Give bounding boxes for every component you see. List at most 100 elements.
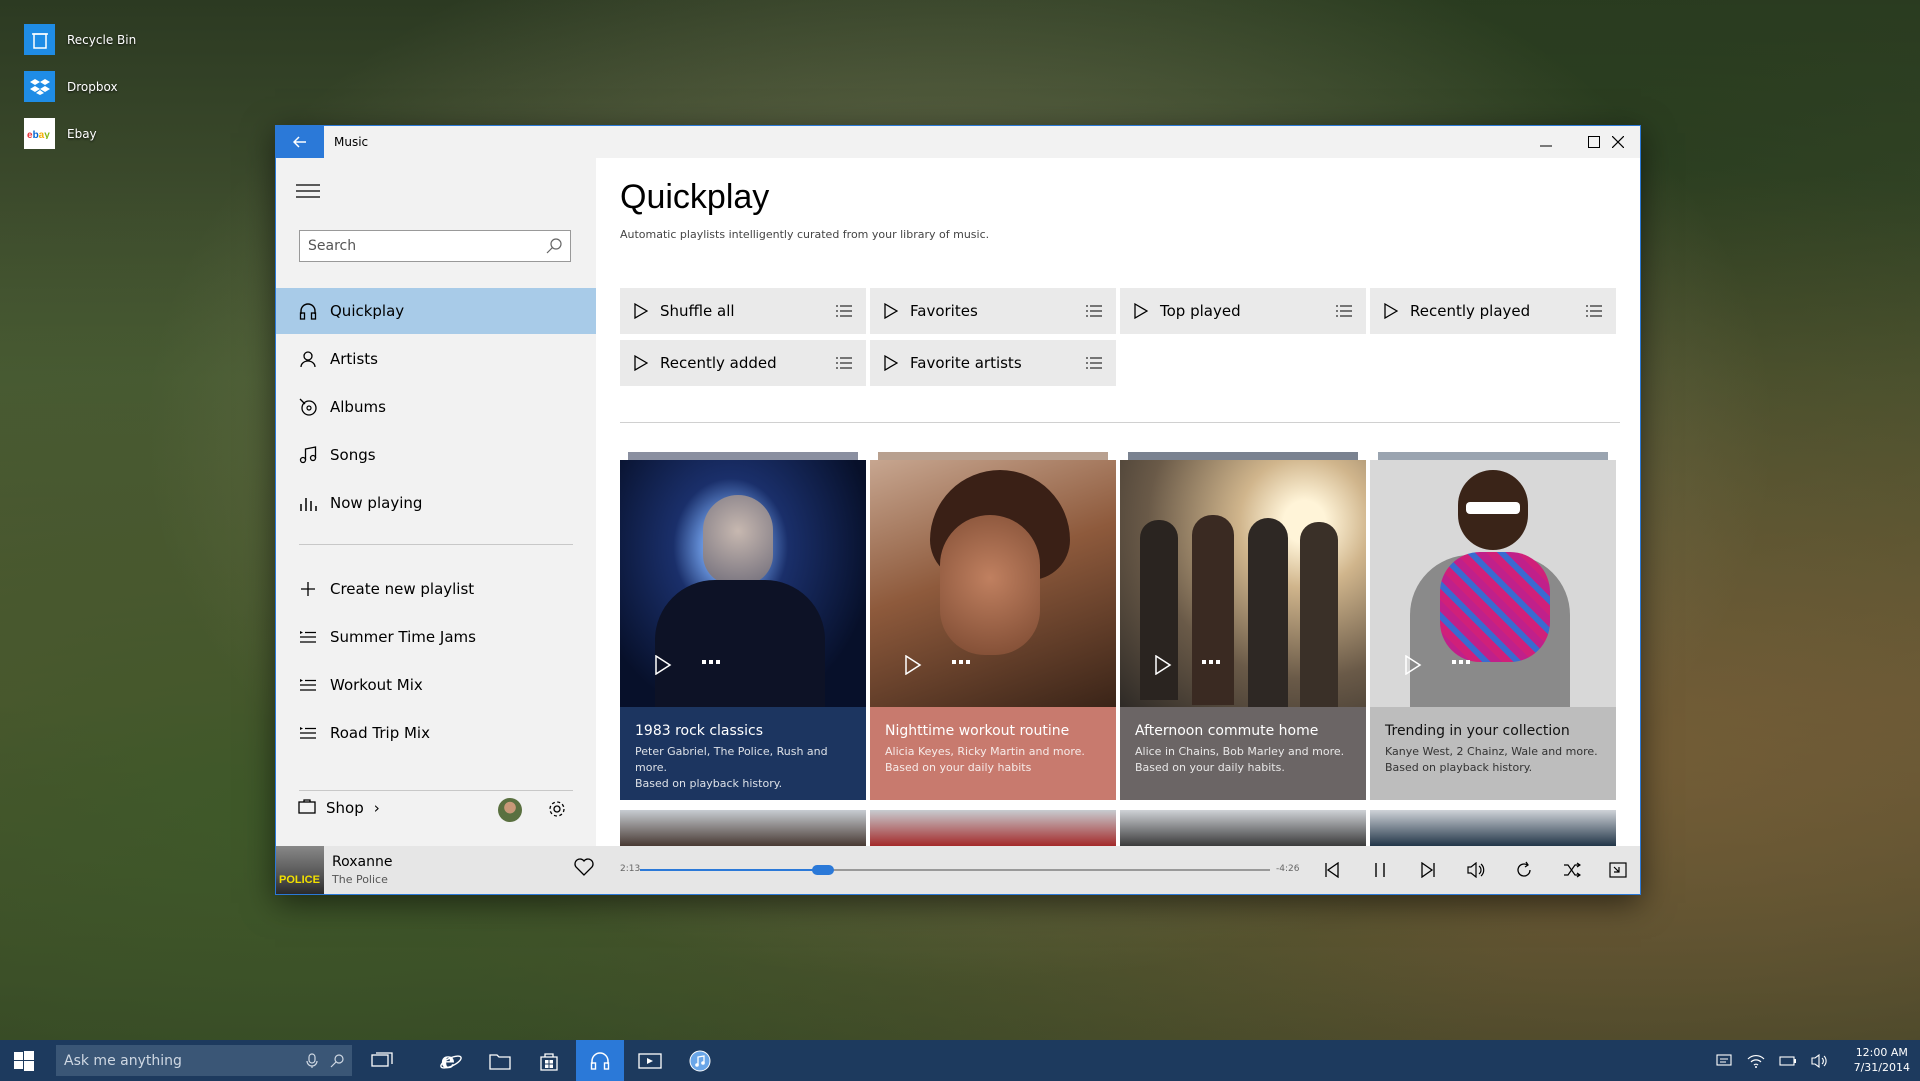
now-playing-title: Roxanne [332, 854, 393, 870]
pause-icon [1375, 863, 1385, 877]
quickplay-label: Favorites [910, 302, 978, 320]
card-reason: Based on your daily habits [885, 761, 1032, 774]
playlist-card[interactable]: Nighttime workout routine Alicia Keyes, … [870, 452, 1116, 800]
quickplay-favorite-artists-button[interactable]: Favorite artists [870, 340, 1116, 386]
play-icon[interactable] [654, 655, 672, 675]
microphone-icon[interactable] [306, 1052, 318, 1069]
playlist-card-partial[interactable] [1120, 810, 1366, 846]
volume-button[interactable] [1464, 858, 1488, 882]
nav-item-quickplay[interactable]: Quickplay [276, 288, 596, 334]
card-stack-edge [628, 452, 858, 460]
search-icon[interactable] [546, 238, 562, 254]
list-icon[interactable] [836, 305, 852, 317]
desktop-icon-recycle-bin[interactable]: Recycle Bin [24, 24, 136, 55]
now-playing-album-art[interactable]: POLICE [276, 846, 324, 894]
nav-item-albums[interactable]: Albums [276, 384, 596, 430]
playlist-card[interactable]: 1983 rock classics Peter Gabriel, The Po… [620, 452, 866, 800]
nav-divider [299, 790, 573, 791]
more-icon[interactable] [952, 660, 970, 666]
desktop-icon-ebay[interactable]: ebay Ebay [24, 118, 97, 149]
shuffle-button[interactable] [1560, 858, 1584, 882]
more-icon[interactable] [1452, 660, 1470, 666]
quickplay-recently-played-button[interactable]: Recently played [1370, 288, 1616, 334]
play-icon[interactable] [904, 655, 922, 675]
action-center-button[interactable] [1712, 1040, 1736, 1081]
quickplay-shuffle-all-button[interactable]: Shuffle all [620, 288, 866, 334]
desktop-icon-dropbox[interactable]: Dropbox [24, 71, 118, 102]
repeat-button[interactable] [1512, 858, 1536, 882]
back-button[interactable] [276, 126, 324, 158]
playlist-card-partial[interactable] [1370, 810, 1616, 846]
card-title: Afternoon commute home [1135, 723, 1319, 739]
list-icon[interactable] [1086, 305, 1102, 317]
taskbar-app-store[interactable] [525, 1040, 573, 1081]
search-input[interactable]: Search [299, 230, 571, 262]
hamburger-menu-button[interactable] [296, 182, 320, 200]
settings-button[interactable] [548, 800, 566, 822]
list-icon[interactable] [1586, 305, 1602, 317]
playlist-card-partial[interactable] [620, 810, 866, 846]
volume-icon [1467, 862, 1485, 878]
list-icon[interactable] [1336, 305, 1352, 317]
previous-button[interactable] [1320, 858, 1344, 882]
playlist-item[interactable]: Workout Mix [276, 662, 596, 708]
music-window: Music Search Quickplay Artists Albums So… [275, 125, 1641, 895]
wifi-button[interactable] [1744, 1040, 1768, 1081]
play-icon [1134, 303, 1148, 319]
taskbar-clock[interactable]: 12:00 AM 7/31/2014 [1854, 1045, 1910, 1075]
hamburger-icon [296, 184, 320, 198]
playlist-card-partial[interactable] [870, 810, 1116, 846]
card-info: Afternoon commute home Alice in Chains, … [1120, 707, 1366, 800]
search-icon[interactable] [330, 1053, 344, 1068]
volume-tray-button[interactable] [1808, 1040, 1832, 1081]
playlist-card[interactable]: Trending in your collection Kanye West, … [1370, 452, 1616, 800]
title-bar: Music [276, 126, 1640, 158]
shop-link[interactable]: Shop › [298, 798, 380, 818]
person-icon [298, 349, 318, 369]
taskbar-app-itunes[interactable] [676, 1040, 724, 1081]
card-title: Nighttime workout routine [885, 723, 1070, 739]
start-button[interactable] [0, 1040, 48, 1081]
windows-logo-icon [14, 1050, 34, 1071]
task-view-button[interactable] [358, 1040, 406, 1081]
play-icon[interactable] [1404, 655, 1422, 675]
taskbar-app-music[interactable] [576, 1040, 624, 1081]
playlist-item[interactable]: Summer Time Jams [276, 614, 596, 660]
nav-item-artists[interactable]: Artists [276, 336, 596, 382]
minimize-button[interactable] [1522, 126, 1570, 158]
heart-icon [574, 858, 594, 876]
more-icon[interactable] [1202, 660, 1220, 666]
taskbar-app-ie[interactable]: e [427, 1040, 475, 1081]
create-playlist-button[interactable]: Create new playlist [276, 566, 596, 612]
quickplay-recently-added-button[interactable]: Recently added [620, 340, 866, 386]
close-button[interactable] [1594, 126, 1642, 158]
nav-item-songs[interactable]: Songs [276, 432, 596, 478]
minimize-icon [1540, 145, 1552, 147]
wifi-icon [1747, 1054, 1765, 1068]
play-icon[interactable] [1154, 655, 1172, 675]
playlist-item[interactable]: Road Trip Mix [276, 710, 596, 756]
nav-item-now-playing[interactable]: Now playing [276, 480, 596, 526]
seek-progress [640, 869, 823, 871]
card-reason: Based on your daily habits. [1135, 761, 1285, 774]
seek-bar[interactable] [640, 865, 1270, 875]
taskbar-app-video[interactable] [626, 1040, 674, 1081]
seek-thumb[interactable] [811, 865, 834, 875]
mini-view-button[interactable] [1606, 858, 1630, 882]
next-button[interactable] [1416, 858, 1440, 882]
quickplay-favorites-button[interactable]: Favorites [870, 288, 1116, 334]
playlist-card[interactable]: Afternoon commute home Alice in Chains, … [1120, 452, 1366, 800]
pause-button[interactable] [1368, 858, 1392, 882]
taskbar-app-file-explorer[interactable] [476, 1040, 524, 1081]
list-icon[interactable] [1086, 357, 1102, 369]
avatar[interactable] [498, 798, 522, 822]
more-icon[interactable] [702, 660, 720, 666]
quickplay-top-played-button[interactable]: Top played [1120, 288, 1366, 334]
cortana-search-box[interactable]: Ask me anything [56, 1045, 352, 1076]
svg-text:ebay: ebay [27, 130, 50, 139]
taskbar: Ask me anything e 12:00 AM 7/31/2014 [0, 1040, 1920, 1081]
list-icon[interactable] [836, 357, 852, 369]
battery-button[interactable] [1776, 1040, 1800, 1081]
favorite-button[interactable] [574, 858, 594, 880]
video-icon [638, 1052, 662, 1069]
